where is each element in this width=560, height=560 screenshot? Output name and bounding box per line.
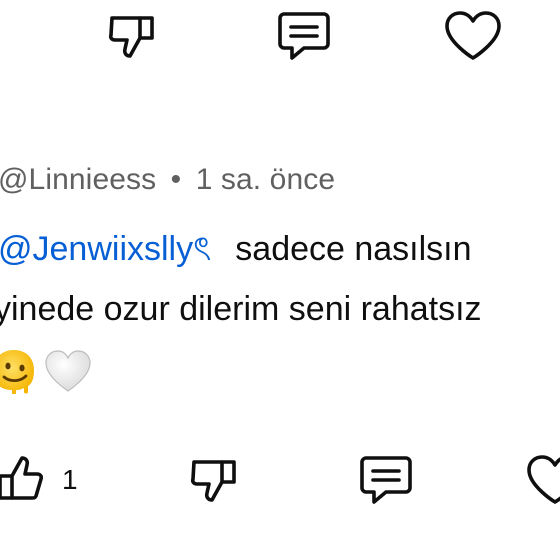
heart-icon <box>527 455 560 504</box>
emoji-row <box>0 348 92 394</box>
comment-text-line-1: @Jenwiixsllyৎ sadece nasılsın <box>0 223 472 280</box>
melting-face-emoji <box>0 350 34 394</box>
thumbs-down-icon <box>108 16 154 58</box>
heart-button[interactable] <box>523 452 560 508</box>
comment-icon <box>278 12 330 60</box>
comment-text-2: yinede ozur dilerim seni rahatsız <box>0 290 482 328</box>
user-mention-link[interactable]: @Jenwiixsllyৎ <box>0 230 211 268</box>
thumbs-down-icon <box>190 460 236 502</box>
white-heart-emoji <box>45 350 91 392</box>
like-button[interactable] <box>0 452 48 508</box>
comment-text-1: sadece nasılsın <box>235 230 472 268</box>
meta-separator: • <box>170 163 182 196</box>
dislike-button[interactable] <box>186 452 242 508</box>
comment-meta: @Linnieess • 1 sa. önce <box>0 163 335 197</box>
like-count: 1 <box>62 464 78 495</box>
comment-timestamp[interactable]: 1 sa. önce <box>196 163 335 196</box>
thumbs-up-icon <box>0 456 44 500</box>
comment-author[interactable]: @Linnieess <box>0 163 156 196</box>
reply-button-top[interactable] <box>274 8 334 64</box>
comment-icon <box>360 456 412 504</box>
heart-button-top[interactable] <box>441 8 505 64</box>
reply-button[interactable] <box>356 452 416 508</box>
dislike-button-top[interactable] <box>104 8 160 64</box>
comment-thread: @Linnieess • 1 sa. önce @Jenwiixsllyৎ sad… <box>0 0 560 560</box>
heart-icon <box>445 11 501 60</box>
comment-text-line-2: yinede ozur dilerim seni rahatsız <box>0 290 482 329</box>
